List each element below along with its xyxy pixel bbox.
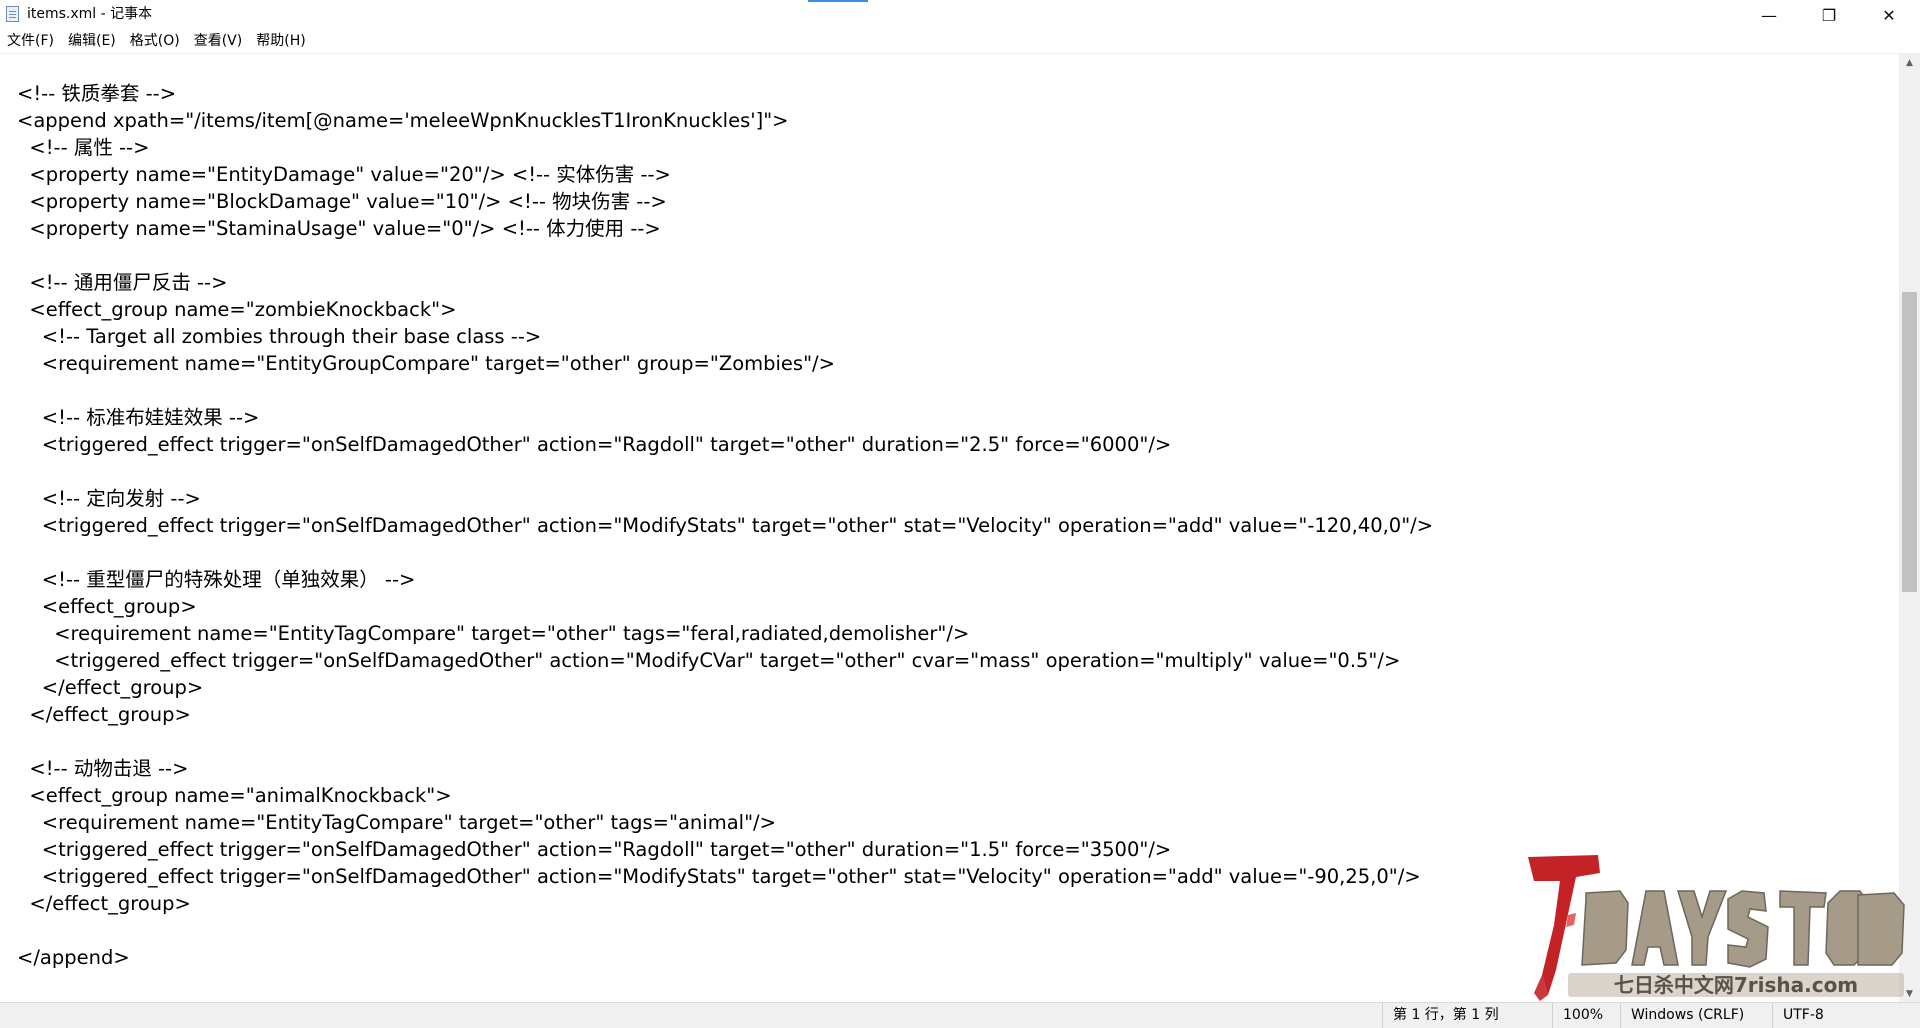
title-accent-line <box>808 0 868 2</box>
menu-bar: 文件(F) 编辑(E) 格式(O) 查看(V) 帮助(H) <box>0 30 1920 52</box>
game-logo-watermark: 七日杀中文网7risha.com <box>1528 855 1905 1001</box>
code-line: </effect_group> <box>17 676 204 699</box>
code-line: <effect_group name="animalKnockback"> <box>17 784 452 807</box>
code-line: <!-- 铁质拳套 --> <box>17 82 177 105</box>
code-line: <requirement name="EntityTagCompare" tar… <box>17 811 776 834</box>
code-line: <requirement name="EntityGroupCompare" t… <box>17 352 835 375</box>
code-line: <property name="StaminaUsage" value="0"/… <box>17 217 661 240</box>
status-bar: 第 1 行，第 1 列 100% Windows (CRLF) UTF-8 <box>0 1002 1920 1028</box>
code-line: <!-- 属性 --> <box>17 136 150 159</box>
code-line: <requirement name="EntityTagCompare" tar… <box>17 622 970 645</box>
editor-content[interactable]: <!-- 铁质拳套 --> <append xpath="/items/item[… <box>17 80 1433 971</box>
close-button[interactable]: ✕ <box>1866 0 1912 30</box>
title-bar: items.xml - 记事本 — ❐ ✕ <box>0 0 1920 30</box>
code-line: <effect_group> <box>17 595 197 618</box>
status-line-ending: Windows (CRLF) <box>1620 1003 1772 1028</box>
window-title: items.xml - 记事本 <box>27 6 153 22</box>
status-encoding: UTF-8 <box>1772 1003 1920 1028</box>
minimize-button[interactable]: — <box>1746 0 1792 30</box>
scroll-thumb[interactable] <box>1902 292 1917 592</box>
logo-days-to-die-text <box>1581 890 1905 968</box>
code-line: <!-- Target all zombies through their ba… <box>17 325 542 348</box>
code-line: <property name="BlockDamage" value="10"/… <box>17 190 667 213</box>
code-line: <triggered_effect trigger="onSelfDamaged… <box>17 514 1434 537</box>
code-line: <triggered_effect trigger="onSelfDamaged… <box>17 865 1421 888</box>
logo-subtext: 七日杀中文网7risha.com <box>1614 973 1858 997</box>
code-line: <!-- 定向发射 --> <box>17 487 201 510</box>
code-line: <!-- 重型僵尸的特殊处理（单独效果） --> <box>17 568 416 591</box>
code-line: <triggered_effect trigger="onSelfDamaged… <box>17 649 1401 672</box>
code-line: <effect_group name="zombieKnockback"> <box>17 298 457 321</box>
menu-view[interactable]: 查看(V) <box>187 31 250 51</box>
code-line: <property name="EntityDamage" value="20"… <box>17 163 671 186</box>
code-line: <triggered_effect trigger="onSelfDamaged… <box>17 838 1172 861</box>
status-cursor-position: 第 1 行，第 1 列 <box>1382 1003 1552 1028</box>
menu-help[interactable]: 帮助(H) <box>249 31 312 51</box>
code-line: <triggered_effect trigger="onSelfDamaged… <box>17 433 1172 456</box>
code-line: </effect_group> <box>17 892 191 915</box>
code-line: <append xpath="/items/item[@name='meleeW… <box>17 109 789 132</box>
code-line: </effect_group> <box>17 703 191 726</box>
code-line: <!-- 动物击退 --> <box>17 757 189 780</box>
code-line: <!-- 标准布娃娃效果 --> <box>17 406 260 429</box>
maximize-button[interactable]: ❐ <box>1806 0 1852 30</box>
notepad-icon <box>6 6 19 22</box>
scroll-up-arrow-icon[interactable]: ▲ <box>1899 54 1920 71</box>
menu-file[interactable]: 文件(F) <box>0 31 61 51</box>
code-line: </append> <box>17 946 130 969</box>
menu-format[interactable]: 格式(O) <box>123 31 187 51</box>
status-zoom: 100% <box>1552 1003 1620 1028</box>
code-line: <!-- 通用僵尸反击 --> <box>17 271 228 294</box>
menu-edit[interactable]: 编辑(E) <box>61 31 123 51</box>
